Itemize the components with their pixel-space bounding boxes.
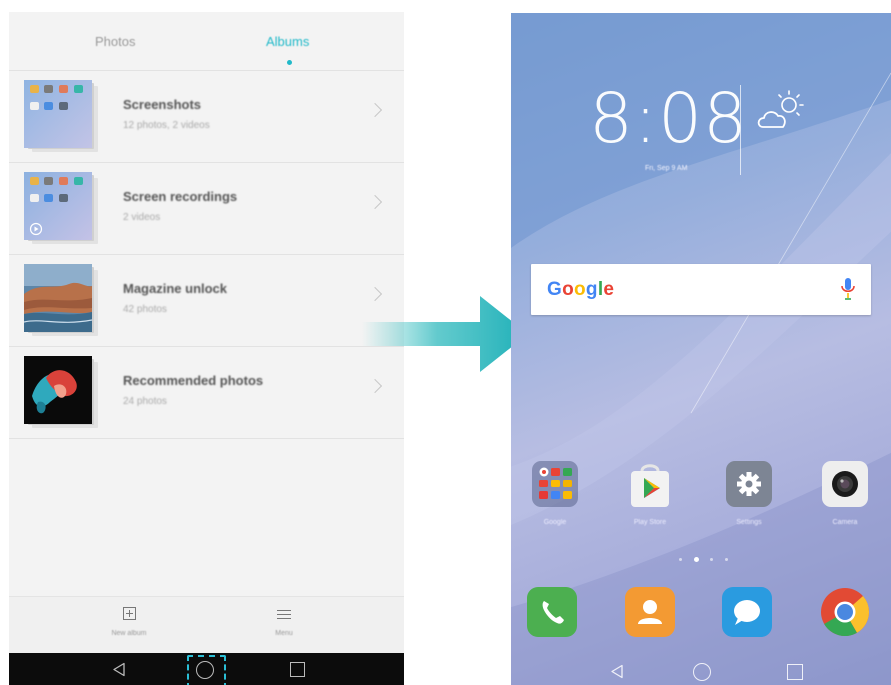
clock-date: Fri, Sep 9 AM: [645, 165, 688, 172]
album-count: 24 photos: [123, 396, 167, 407]
menu-icon: [277, 610, 291, 620]
page-indicator[interactable]: [679, 557, 739, 564]
menu-button[interactable]: Menu: [244, 607, 324, 637]
chevron-right-icon: [367, 102, 383, 118]
home-button-highlight: [187, 655, 226, 685]
app-google-folder[interactable]: Google: [523, 461, 587, 526]
app-label: Camera: [832, 519, 858, 526]
app-camera[interactable]: Camera: [813, 461, 877, 526]
app-play-store[interactable]: Play Store: [618, 461, 682, 526]
recent-apps-button[interactable]: [290, 662, 305, 677]
back-icon[interactable]: [112, 662, 126, 677]
album-row-magazine-unlock[interactable]: Magazine unlock 42 photos: [9, 255, 404, 347]
play-store-icon: [627, 461, 673, 507]
recent-apps-button[interactable]: [787, 664, 803, 680]
album-row-screenshots[interactable]: Screenshots 12 photos, 2 videos: [9, 71, 404, 163]
chrome-icon: [820, 587, 870, 637]
album-count: 2 videos: [123, 212, 161, 223]
active-tab-indicator: [287, 60, 292, 65]
gallery-tabs: Photos Albums: [9, 12, 404, 70]
album-name: Recommended photos: [123, 373, 264, 388]
clock-time[interactable]: 8:08: [589, 79, 748, 159]
dock-contacts[interactable]: [618, 587, 682, 637]
album-thumbnail: [24, 172, 98, 245]
chevron-right-icon: [367, 378, 383, 394]
album-list: Screenshots 12 photos, 2 videos Screen r…: [9, 70, 404, 439]
gallery-screen: Photos Albums Screenshots 12 photos, 2 v…: [9, 12, 404, 685]
tab-albums[interactable]: Albums: [266, 34, 309, 49]
google-search-bar[interactable]: Google: [531, 264, 871, 315]
messages-icon: [722, 587, 772, 637]
google-logo: Google: [547, 279, 615, 300]
album-name: Screenshots: [123, 97, 202, 112]
album-name: Magazine unlock: [123, 281, 228, 296]
album-thumbnail: [24, 356, 98, 429]
app-label: Settings: [736, 519, 762, 526]
home-screen: 8:08 Fri, Sep 9 AM Google Google Play St…: [511, 13, 891, 685]
folder-icon: [532, 461, 578, 507]
tab-photos[interactable]: Photos: [95, 34, 135, 49]
dock-phone[interactable]: [520, 587, 584, 637]
app-settings[interactable]: Settings: [717, 461, 781, 526]
partly-cloudy-icon[interactable]: [755, 89, 807, 133]
home-app-row: Google Play Store Settings Camera: [511, 461, 891, 541]
new-album-label: New album: [111, 630, 147, 637]
album-row-screen-recordings[interactable]: Screen recordings 2 videos: [9, 163, 404, 255]
album-count: 42 photos: [123, 304, 167, 315]
app-label: Play Store: [633, 519, 667, 526]
microphone-icon[interactable]: [841, 277, 855, 301]
back-icon[interactable]: [610, 664, 624, 679]
menu-label: Menu: [275, 630, 293, 637]
phone-icon: [527, 587, 577, 637]
camera-icon: [822, 461, 868, 507]
album-name: Screen recordings: [123, 189, 238, 204]
gear-icon: [726, 461, 772, 507]
album-thumbnail: [24, 264, 98, 337]
system-navigation-bar: [9, 653, 404, 685]
add-album-icon: [122, 607, 136, 620]
album-thumbnail: [24, 80, 98, 153]
home-dock: [511, 587, 891, 643]
clock-divider: [740, 85, 741, 175]
home-navigation-bar: [511, 653, 891, 685]
contacts-icon: [625, 587, 675, 637]
album-row-recommended-photos[interactable]: Recommended photos 24 photos: [9, 347, 404, 439]
app-label: Google: [543, 519, 567, 526]
dock-chrome[interactable]: [813, 587, 877, 637]
dock-messages[interactable]: [715, 587, 779, 637]
new-album-button[interactable]: New album: [89, 607, 169, 637]
home-button[interactable]: [693, 663, 711, 681]
chevron-right-icon: [367, 194, 383, 210]
album-count: 12 photos, 2 videos: [123, 120, 210, 131]
gallery-bottom-bar: New album Menu: [9, 596, 404, 654]
